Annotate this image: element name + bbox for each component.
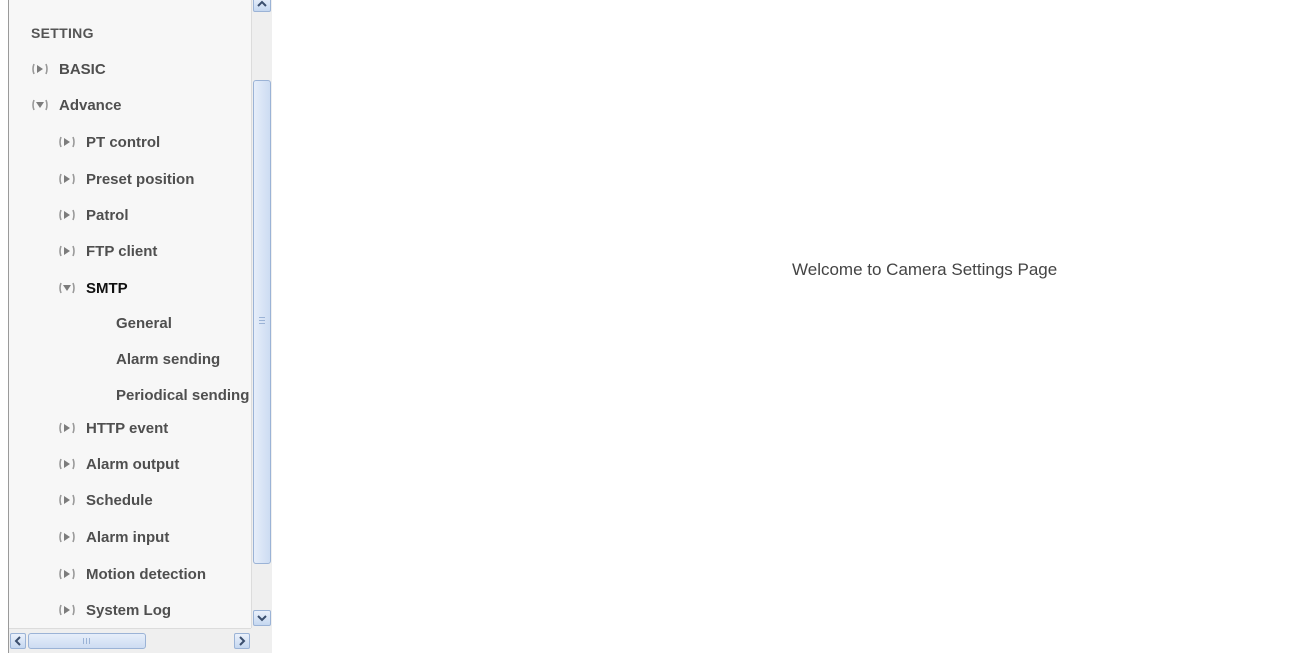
nav-item-label: Preset position [86,170,195,188]
nav-item-label: PT control [86,133,161,151]
scrollbar-corner [251,628,272,653]
scroll-grip-icon [259,317,265,325]
chevron-right-icon [239,636,246,646]
smtp-link-alarm-sending[interactable]: Alarm sending [116,349,220,371]
nav-item-label: HTTP event [86,419,169,437]
chevron-left-icon [14,636,21,646]
nav-item-advance[interactable]: Advance [31,94,122,116]
nav-item-label: BASIC [59,60,106,78]
nav-item-alarm-input[interactable]: Alarm input [58,526,169,548]
nav-item-http-event[interactable]: HTTP event [58,417,168,439]
scroll-left-button[interactable] [10,633,26,649]
smtp-link-general[interactable]: General [116,313,172,335]
arrow-right-bullet-icon [59,531,75,543]
nav-item-preset-position[interactable]: Preset position [58,168,194,190]
nav-item-label: Alarm output [86,455,180,473]
arrow-right-bullet-icon [59,136,75,148]
nav-item-pt-control[interactable]: PT control [58,131,160,153]
nav-item-label: System Log [86,601,172,619]
arrow-right-bullet-icon [59,568,75,580]
nav-item-smtp[interactable]: SMTP [58,277,128,299]
arrow-down-bullet-icon [59,282,75,294]
nav-item-schedule[interactable]: Schedule [58,489,153,511]
scroll-up-button[interactable] [253,0,271,12]
scroll-grip-icon [83,638,91,644]
smtp-link-periodical-sending[interactable]: Periodical sending [116,385,249,407]
nav-item-label: SMTP [86,279,128,297]
arrow-right-bullet-icon [59,209,75,221]
arrow-down-bullet-icon [32,99,48,111]
scroll-down-button[interactable] [253,610,271,626]
nav-heading: SETTING [31,25,94,41]
welcome-message: Welcome to Camera Settings Page [792,260,1058,279]
navigation-frame: SETTING BASIC Advance PT control Preset … [8,0,272,653]
nav-item-basic[interactable]: BASIC [31,58,106,80]
arrow-right-bullet-icon [59,494,75,506]
nav-item-label: Motion detection [86,565,206,583]
arrow-right-bullet-icon [32,63,48,75]
arrow-right-bullet-icon [59,173,75,185]
nav-item-system-log[interactable]: System Log [58,599,171,621]
arrow-right-bullet-icon [59,458,75,470]
arrow-right-bullet-icon [59,604,75,616]
nav-item-ftp-client[interactable]: FTP client [58,240,157,262]
nav-item-label: Advance [59,96,122,114]
nav-item-label: Schedule [86,491,153,509]
nav-item-patrol[interactable]: Patrol [58,204,129,226]
nav-item-label: Patrol [86,206,129,224]
nav-item-label: Alarm input [86,528,170,546]
navigation-menu: SETTING BASIC Advance PT control Preset … [9,0,251,628]
page: SETTING BASIC Advance PT control Preset … [0,0,1302,653]
horizontal-scroll-thumb[interactable] [28,633,146,649]
nav-item-motion-detection[interactable]: Motion detection [58,563,206,585]
horizontal-scrollbar[interactable] [9,628,251,653]
arrow-right-bullet-icon [59,422,75,434]
arrow-right-bullet-icon [59,245,75,257]
vertical-scroll-thumb[interactable] [253,80,271,564]
nav-item-alarm-output[interactable]: Alarm output [58,453,179,475]
vertical-scrollbar[interactable] [251,0,272,628]
chevron-down-icon [257,615,267,622]
scroll-right-button[interactable] [234,633,250,649]
chevron-up-icon [257,0,267,7]
nav-item-label: FTP client [86,242,158,260]
